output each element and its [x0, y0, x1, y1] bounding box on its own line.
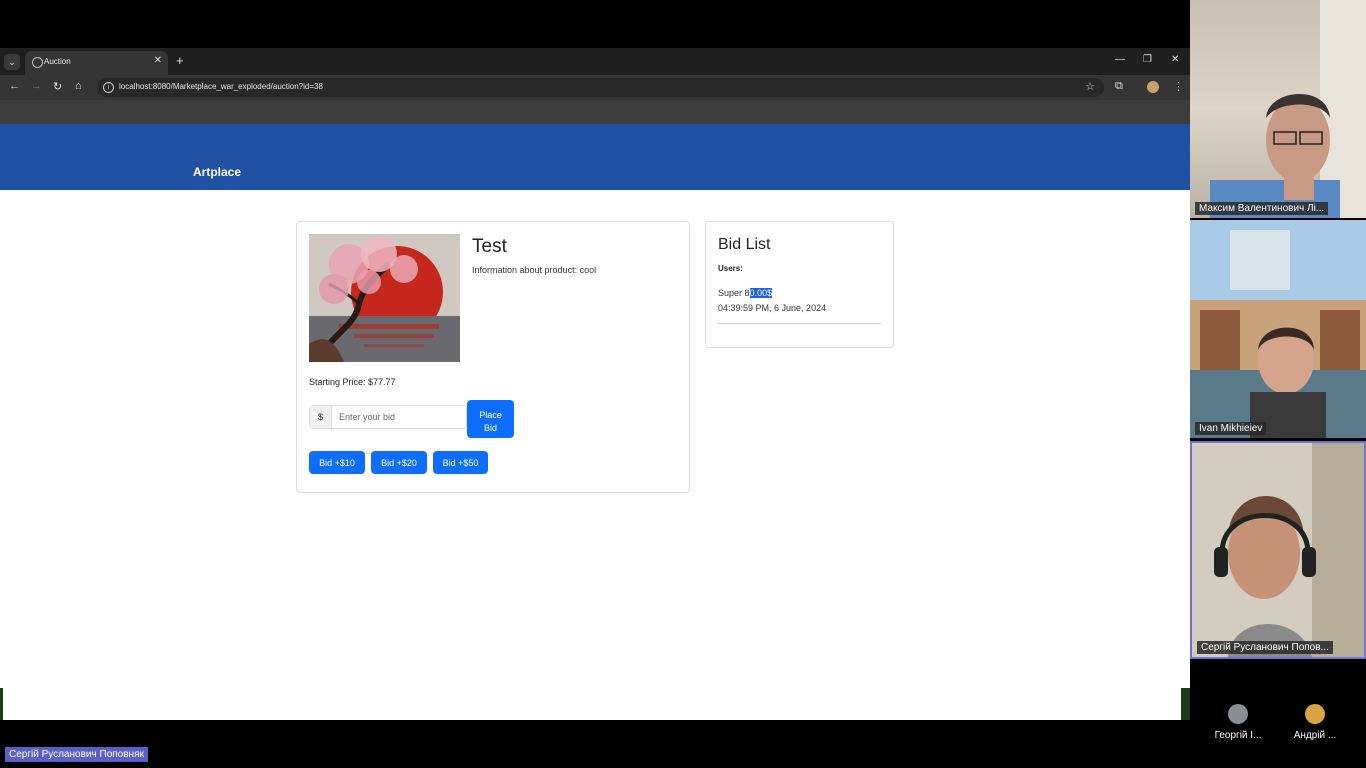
site-navbar: Artplace	[0, 124, 1190, 190]
participant-video-tile[interactable]: Максим Валентинович Лі...	[1190, 0, 1366, 218]
brand-link[interactable]: Artplace	[193, 165, 241, 179]
participant-video-tile-active[interactable]: Сергій Русланович Попов...	[1190, 441, 1366, 659]
bid-amount-selected: 0.00$	[749, 288, 773, 298]
desktop-edge	[0, 688, 3, 720]
browser-toolbar: ← → ↻ ⌂ i localhost:8080/Marketplace_war…	[0, 75, 1190, 100]
product-image	[309, 234, 460, 362]
participant-avatar-item[interactable]: Георгій І...	[1208, 704, 1268, 741]
bid-plus-10-button[interactable]: Bid +$10	[309, 451, 365, 474]
forward-icon[interactable]: →	[31, 80, 42, 92]
currency-addon: $	[310, 406, 332, 428]
home-icon[interactable]: ⌂	[75, 80, 82, 92]
extensions-icon[interactable]: ⧉	[1115, 80, 1123, 93]
bid-entry: Super 80.00$	[718, 288, 773, 298]
site-info-icon[interactable]: i	[103, 82, 114, 93]
participant-avatar-item[interactable]: Андрій ...	[1285, 704, 1345, 741]
bid-amount-prefix: 8	[744, 288, 750, 298]
reload-icon[interactable]: ↻	[53, 80, 62, 93]
tab-auction[interactable]: Auction ✕	[25, 51, 168, 75]
close-tab-icon[interactable]: ✕	[154, 55, 162, 66]
new-tab-icon[interactable]: +	[176, 53, 184, 68]
tab-title: Auction	[44, 57, 71, 66]
avatar	[1228, 704, 1248, 724]
browser-bookmark-strip	[0, 100, 1190, 124]
profile-avatar-icon[interactable]	[1147, 81, 1159, 93]
participant-name: Андрій ...	[1293, 730, 1337, 741]
users-label: Users:	[718, 264, 743, 273]
screen: ⌄ Auction ✕ + — ❐ ✕ ← → ↻ ⌂ i localhost:…	[0, 0, 1366, 768]
bid-list-card: Bid List Users: Super 80.00$ 04:39:59 PM…	[705, 221, 894, 348]
avatar	[1305, 704, 1325, 724]
address-bar[interactable]: i localhost:8080/Marketplace_war_explode…	[97, 78, 1104, 97]
bid-timestamp: 04:39:59 PM, 6 June, 2024	[718, 303, 827, 313]
restore-icon[interactable]: ❐	[1143, 54, 1152, 65]
product-description: Information about product: cool	[472, 265, 597, 275]
place-bid-button[interactable]: Place Bid	[467, 400, 514, 438]
participant-name: Максим Валентинович Лі...	[1195, 202, 1329, 215]
globe-icon	[32, 57, 43, 68]
minimize-icon[interactable]: —	[1115, 54, 1125, 65]
starting-price: Starting Price: $77.77	[309, 377, 396, 387]
bid-input-group: $	[309, 405, 467, 429]
bookmark-star-icon[interactable]: ☆	[1085, 80, 1095, 93]
active-speaker-label: Сергій Русланович Поповняк	[5, 747, 148, 762]
bid-plus-20-button[interactable]: Bid +$20	[371, 451, 427, 474]
participant-name: Ivan Mikhieiev	[1195, 422, 1267, 435]
web-page: Artplace Test Information about product:…	[0, 124, 1190, 720]
browser-window: ⌄ Auction ✕ + — ❐ ✕ ← → ↻ ⌂ i localhost:…	[0, 48, 1190, 720]
bid-divider	[718, 323, 881, 324]
bid-plus-50-button[interactable]: Bid +$50	[433, 451, 488, 474]
tab-bar: ⌄ Auction ✕ + — ❐ ✕	[0, 48, 1190, 75]
bid-amount-input[interactable]	[333, 406, 466, 428]
product-card: Test Information about product: cool Sta…	[296, 221, 690, 493]
url-text: localhost:8080/Marketplace_war_exploded/…	[119, 82, 323, 91]
participant-video-tile[interactable]: Ivan Mikhieiev	[1190, 220, 1366, 438]
menu-kebab-icon[interactable]: ⋮	[1173, 80, 1184, 93]
tab-search-chevron-icon[interactable]: ⌄	[4, 54, 20, 70]
desktop-edge	[1181, 688, 1190, 720]
product-title: Test	[472, 236, 507, 257]
bid-list-title: Bid List	[718, 236, 771, 253]
participant-name: Георгій І...	[1214, 730, 1262, 741]
close-window-icon[interactable]: ✕	[1171, 54, 1179, 65]
bid-user: Super	[718, 288, 743, 298]
participant-name: Сергій Русланович Попов...	[1197, 641, 1333, 654]
back-icon[interactable]: ←	[9, 80, 20, 92]
